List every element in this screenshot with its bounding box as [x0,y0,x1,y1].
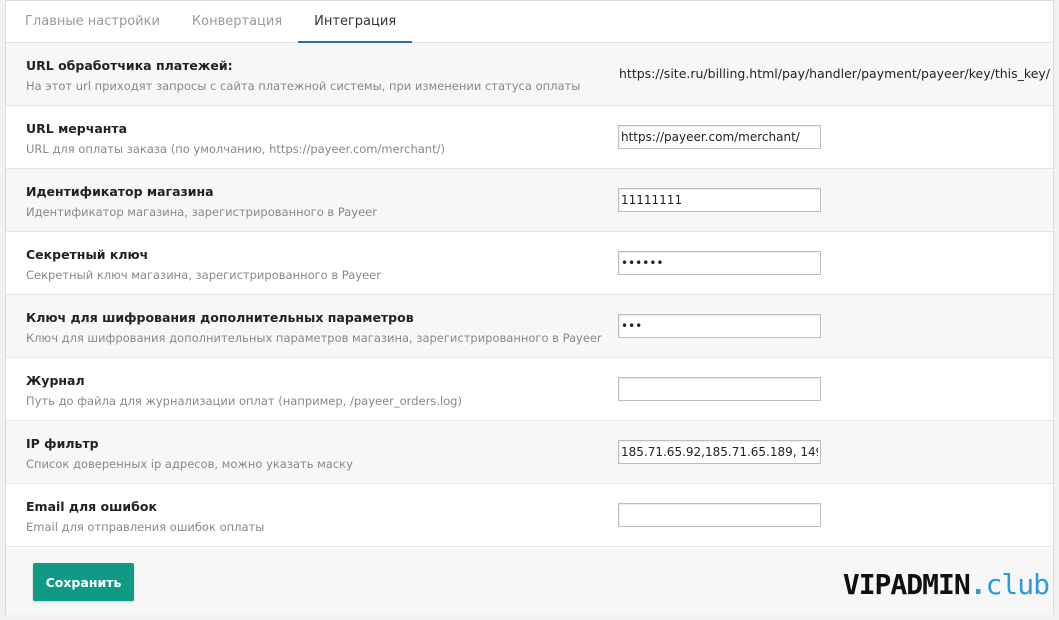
handler-url-description: На этот url приходят запросы с сайта пла… [26,79,581,93]
log-description: Путь до файла для журнализации оплат (на… [26,394,462,408]
error-email-label: Email для ошибок [26,499,157,514]
ip-filter-description: Список доверенных ip адресов, можно указ… [26,457,353,471]
tab-bar: Главные настройки Конвертация Интеграция [6,1,1053,43]
shop-id-input[interactable] [618,188,821,212]
encryption-key-description: Ключ для шифрования дополнительных парам… [26,331,602,345]
error-email-input[interactable] [618,503,821,527]
log-row: Журнал Путь до файла для журнализации оп… [6,358,1053,421]
secret-key-label: Секретный ключ [26,247,149,262]
handler-url-row: URL обработчика платежей: На этот url пр… [6,43,1053,106]
watermark-logo: VIPADMIN.club [842,568,1050,601]
encryption-key-row: Ключ для шифрования дополнительных парам… [6,295,1053,358]
handler-url-value: https://site.ru/billing.html/pay/handler… [619,66,1050,81]
watermark-dot: . [969,568,987,601]
secret-key-row: Секретный ключ Секретный ключ магазина, … [6,232,1053,295]
merchant-url-description: URL для оплаты заказа (по умолчанию, htt… [26,142,445,156]
secret-key-input[interactable] [618,251,821,275]
tab-integration[interactable]: Интеграция [298,1,413,43]
error-email-description: Email для отправления ошибок оплаты [26,520,265,534]
shop-id-label: Идентификатор магазина [26,184,214,199]
tab-main-settings[interactable]: Главные настройки [9,1,176,43]
handler-url-label: URL обработчика платежей: [26,58,233,73]
merchant-url-label: URL мерчанта [26,121,128,136]
settings-panel: Главные настройки Конвертация Интеграция… [5,0,1054,615]
encryption-key-label: Ключ для шифрования дополнительных парам… [26,310,414,325]
ip-filter-label: IP фильтр [26,436,99,451]
log-label: Журнал [26,373,85,388]
error-email-row: Email для ошибок Email для отправления о… [6,484,1053,547]
shop-id-row: Идентификатор магазина Идентификатор маг… [6,169,1053,232]
tab-conversion[interactable]: Конвертация [176,1,298,43]
log-input[interactable] [618,377,821,401]
save-button[interactable]: Сохранить [33,563,134,601]
merchant-url-input[interactable] [618,125,821,149]
ip-filter-input[interactable] [618,440,821,464]
ip-filter-row: IP фильтр Список доверенных ip адресов, … [6,421,1053,484]
watermark-suffix: club [985,568,1050,601]
encryption-key-input[interactable] [618,314,821,338]
merchant-url-row: URL мерчанта URL для оплаты заказа (по у… [6,106,1053,169]
watermark-brand: VIPADMIN [842,568,971,601]
secret-key-description: Секретный ключ магазина, зарегистрирован… [26,268,381,282]
shop-id-description: Идентификатор магазина, зарегистрированн… [26,205,377,219]
